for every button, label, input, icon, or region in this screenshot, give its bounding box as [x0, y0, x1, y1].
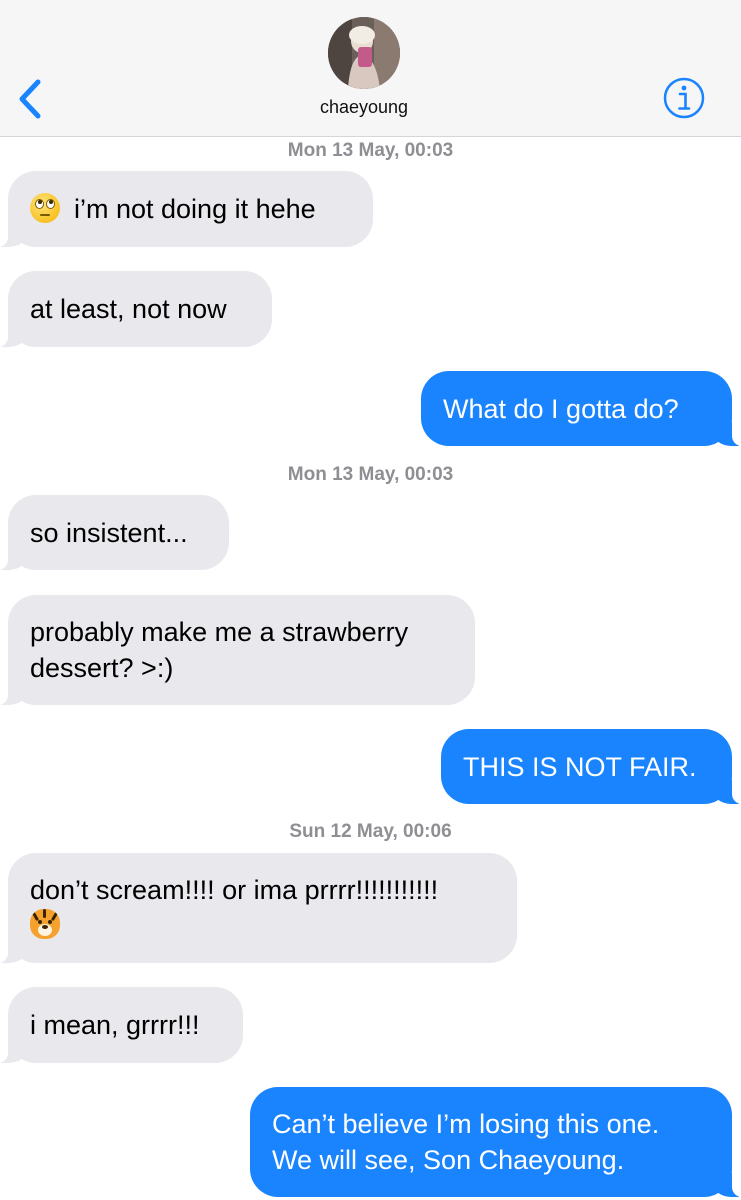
incoming-message[interactable]: don’t scream!!!! or ima prrrr!!!!!!!!!!! — [0, 853, 517, 963]
outgoing-message[interactable]: What do I gotta do? — [421, 371, 741, 446]
message-text: so insistent... — [30, 517, 188, 548]
message-thread[interactable]: Mon 13 May, 00:03 i’m not doing it hehe … — [0, 137, 741, 1200]
message-line-with-emoji: i’m not doing it hehe — [30, 191, 351, 227]
timestamp: Mon 13 May, 00:03 — [287, 140, 454, 161]
incoming-message[interactable]: probably make me a strawberry dessert? >… — [0, 595, 475, 705]
message-text: at least, not now — [30, 294, 227, 324]
timestamp: Mon 13 May, 00:03 — [287, 464, 454, 485]
timestamp: Sun 12 May, 00:06 — [289, 821, 452, 842]
info-button[interactable] — [663, 77, 705, 119]
incoming-message[interactable]: i mean, grrrr!!! — [0, 987, 243, 1063]
conversation-header: chaeyoung — [0, 0, 741, 137]
info-icon — [663, 77, 705, 119]
contact-avatar[interactable] — [328, 17, 400, 89]
incoming-message[interactable]: i’m not doing it hehe — [0, 171, 373, 247]
face-with-rolling-eyes-icon — [30, 193, 60, 223]
message-text: don’t scream!!!! or ima prrrr!!!!!!!!!!! — [30, 875, 439, 905]
message-text: What do I gotta do? — [443, 393, 679, 424]
message-text-line-1: Can’t believe I’m losing this one. — [272, 1109, 660, 1139]
message-text: i’m not doing it hehe — [74, 194, 316, 224]
message-text: i mean, grrrr!!! — [30, 1010, 200, 1040]
message-text-line-2: We will see, Son Chaeyoung. — [272, 1145, 625, 1175]
back-button[interactable] — [14, 76, 48, 122]
tiger-face-icon — [30, 909, 60, 939]
message-text-line-1: probably make me a strawberry — [30, 617, 409, 647]
incoming-message[interactable]: so insistent... — [0, 495, 229, 570]
incoming-message[interactable]: at least, not now — [0, 271, 272, 347]
outgoing-message[interactable]: THIS IS NOT FAIR. — [441, 729, 741, 804]
message-text-line-2: dessert? >:) — [30, 653, 174, 683]
contact-name[interactable]: chaeyoung — [250, 97, 478, 118]
message-text: THIS IS NOT FAIR. — [463, 751, 697, 782]
chevron-left-icon — [19, 79, 41, 119]
avatar-photo — [328, 17, 400, 89]
outgoing-message[interactable]: Can’t believe I’m losing this one. We wi… — [250, 1087, 741, 1197]
message-emoji-line — [30, 908, 495, 944]
